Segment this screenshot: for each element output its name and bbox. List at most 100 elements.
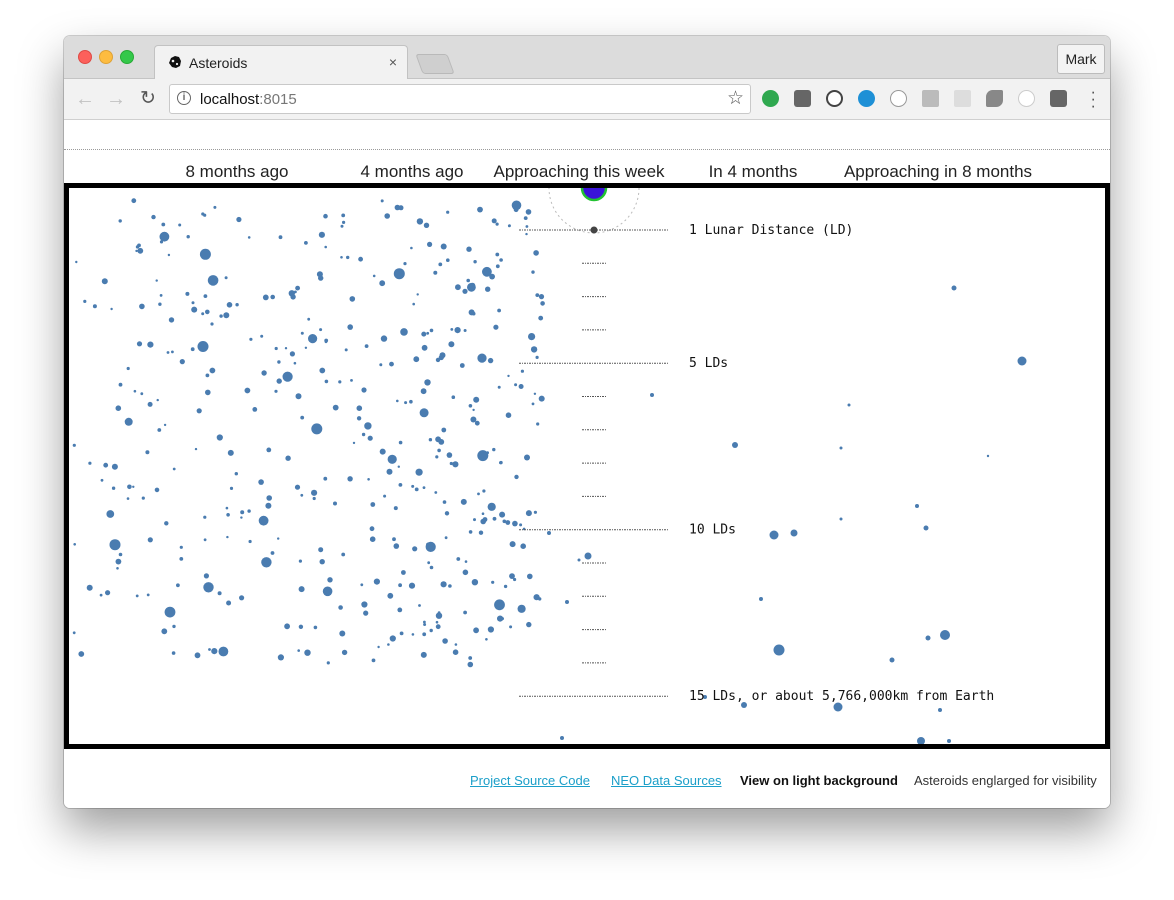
asteroid-dot: [347, 476, 353, 482]
asteroid-dot: [293, 361, 297, 365]
asteroid-dot: [194, 447, 198, 451]
asteroid-dot: [266, 447, 272, 453]
asteroid-dot: [203, 573, 209, 579]
asteroid-dot: [147, 537, 153, 543]
asteroid-dot: [216, 434, 223, 441]
hangouts-extension-icon[interactable]: [762, 90, 779, 107]
address-bar[interactable]: i localhost:8015 ☆: [169, 84, 751, 114]
asteroid-dot: [159, 294, 163, 297]
asteroid-dot: [535, 355, 539, 359]
asteroid-dot: [491, 580, 495, 584]
asteroid-dot: [226, 513, 230, 517]
asteroid-dot: [333, 501, 337, 506]
asteroid-dot: [294, 484, 301, 490]
sigma-extension-icon[interactable]: [922, 90, 939, 107]
asteroid-dot: [236, 216, 242, 223]
asteroid-dot: [158, 302, 162, 306]
header-divider: [64, 149, 1110, 150]
asteroid-dot: [423, 620, 426, 624]
asteroid-favicon-icon: [167, 54, 183, 70]
asteroid-dot: [732, 442, 738, 448]
asteroid-dot: [538, 315, 544, 321]
camera-extension-icon[interactable]: [1050, 90, 1067, 107]
asteroid-dot: [341, 552, 346, 557]
asteroid-dot: [83, 299, 87, 303]
shield-extension-icon[interactable]: [794, 90, 811, 107]
asteroid-dot: [141, 496, 145, 500]
asteroid-dot: [497, 308, 501, 313]
asteroid-dot: [111, 486, 116, 490]
asteroid-dot: [426, 331, 430, 335]
asteroid-dot: [249, 337, 253, 341]
scale-label: 5 LDs: [689, 356, 728, 371]
browser-menu-icon[interactable]: · · ·: [1090, 83, 1096, 114]
asteroid-dot: [435, 357, 441, 363]
light-background-toggle[interactable]: View on light background: [740, 773, 898, 788]
new-tab-button[interactable]: [415, 54, 455, 74]
asteroid-dot: [889, 657, 895, 663]
asteroid-dot: [147, 341, 154, 348]
asteroid-dot: [540, 301, 545, 306]
asteroid-dot: [219, 314, 223, 318]
react-extension-icon[interactable]: [954, 90, 971, 107]
asteroid-dot: [145, 450, 150, 455]
asteroid-dot: [526, 621, 532, 628]
asteroid-dot: [839, 517, 843, 521]
asteroid-dot: [533, 510, 537, 514]
asteroid-dot: [370, 502, 376, 507]
asteroid-dot: [277, 360, 281, 364]
info-icon[interactable]: i: [177, 91, 191, 105]
asteroid-dot: [387, 454, 397, 464]
asteroid-visualization[interactable]: 1 Lunar Distance (LD) 5 LDs 10 LDs 15 LDs, …: [64, 183, 1110, 749]
asteroid-dot: [323, 213, 328, 219]
neo-data-sources-link[interactable]: NEO Data Sources: [611, 773, 722, 788]
asteroid-dot: [277, 537, 280, 540]
asteroid-dot: [429, 328, 434, 333]
asteroid-dot: [352, 441, 356, 445]
target-extension-icon[interactable]: [1018, 90, 1035, 107]
close-window-button[interactable]: [78, 50, 92, 64]
moon-marker: [590, 226, 598, 234]
tab-strip: Asteroids × Mark: [64, 36, 1110, 80]
column-label-in-8-months: Approaching in 8 months: [843, 162, 1033, 181]
asteroid-dot: [387, 592, 394, 599]
asteroid-dot: [274, 389, 278, 393]
asteroid-dot: [468, 404, 473, 408]
code-extension-icon[interactable]: [890, 90, 907, 107]
asteroid-dot: [72, 443, 76, 447]
asteroid-dot: [101, 278, 108, 285]
asteroid-dot: [244, 387, 251, 394]
blue-ring-extension-icon[interactable]: [858, 90, 875, 107]
asteroid-dot: [92, 304, 97, 309]
asteroid-dot: [298, 559, 302, 563]
minimize-window-button[interactable]: [99, 50, 113, 64]
asteroid-dot: [270, 294, 275, 300]
asteroid-dot: [265, 502, 272, 509]
asteroid-dot: [459, 363, 465, 368]
asteroid-dot: [1017, 356, 1027, 366]
password-manager-extension-icon[interactable]: [826, 90, 843, 107]
asteroid-dot: [361, 387, 367, 393]
asteroid-dot: [524, 454, 530, 461]
asteroid-dot: [266, 495, 272, 501]
asteroid-dot: [277, 654, 284, 661]
asteroid-dot: [491, 218, 497, 224]
asteroid-dot: [116, 567, 119, 570]
asteroid-dot: [185, 291, 190, 296]
tab-close-icon[interactable]: ×: [389, 54, 397, 70]
asteroid-dot: [139, 303, 145, 310]
back-arrow-icon[interactable]: ←: [74, 88, 96, 110]
profile-button[interactable]: Mark: [1057, 44, 1105, 74]
browser-toolbar: ← → ↻ i localhost:8015 ☆ · · ·: [64, 79, 1110, 120]
asteroid-dot: [179, 545, 183, 549]
asteroid-dot: [196, 408, 202, 414]
forward-arrow-icon[interactable]: →: [105, 88, 127, 110]
asteroid-dot: [531, 270, 535, 274]
zoom-window-button[interactable]: [120, 50, 134, 64]
reload-icon[interactable]: ↻: [137, 88, 159, 110]
football-extension-icon[interactable]: [986, 90, 1003, 107]
asteroid-dot: [536, 422, 540, 426]
bookmark-star-icon[interactable]: ☆: [727, 87, 744, 110]
project-source-link[interactable]: Project Source Code: [470, 773, 590, 788]
tab-asteroids[interactable]: Asteroids ×: [154, 45, 408, 80]
